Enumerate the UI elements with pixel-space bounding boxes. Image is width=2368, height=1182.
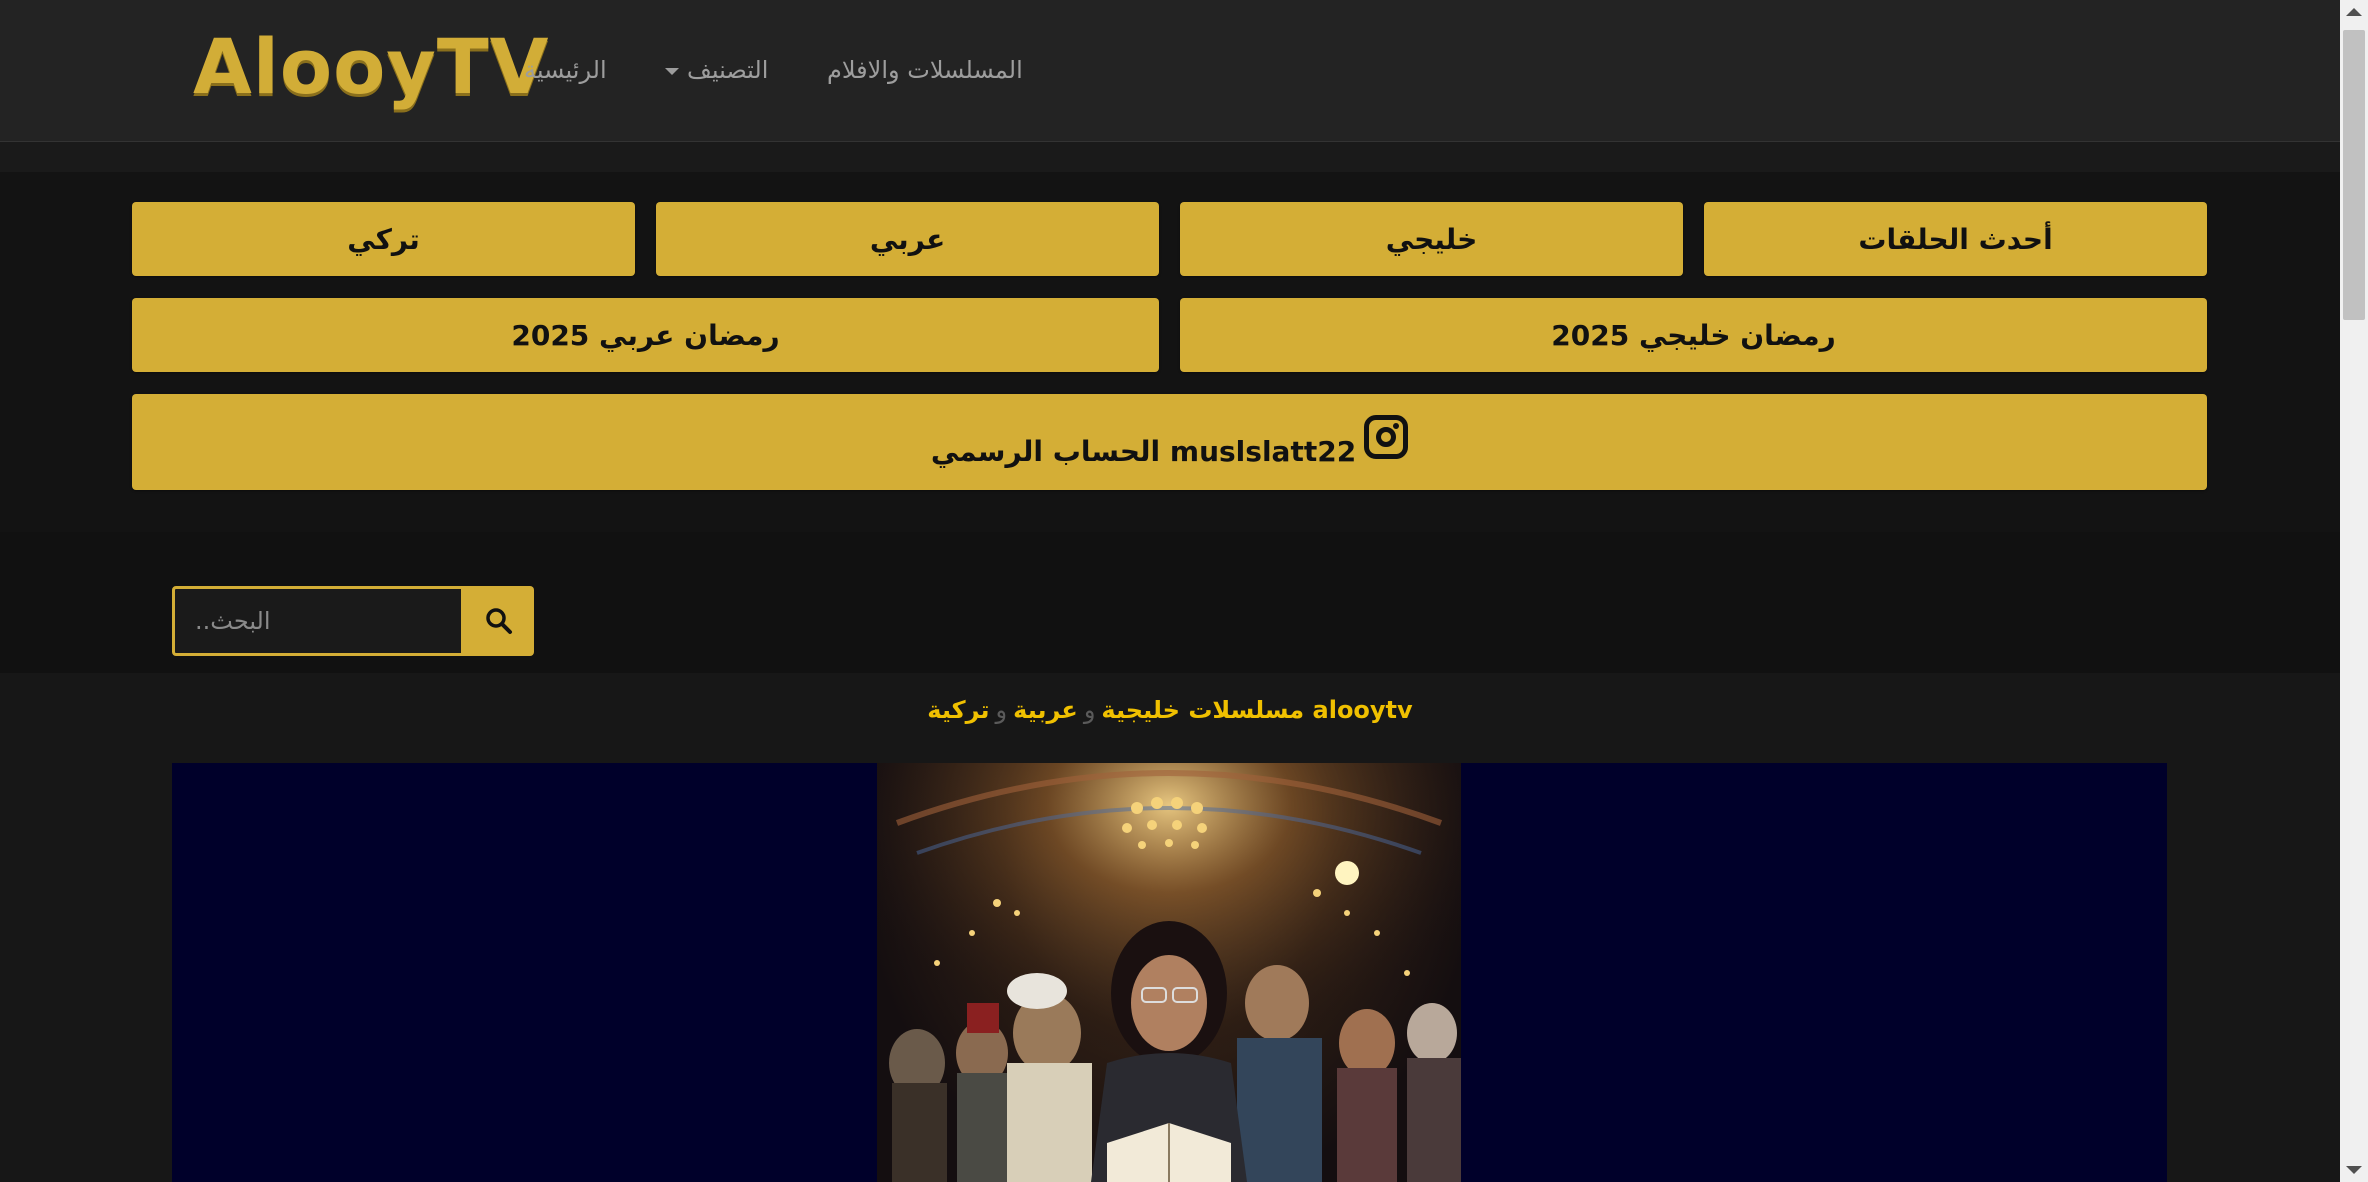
nav-category-dropdown[interactable]: التصنيف: [665, 52, 768, 88]
poster-illustration: [877, 763, 1461, 1182]
site-tagline: alooytv مسلسلات خليجيةوعربيةوتركية: [0, 692, 2340, 728]
latest-episodes-label: أحدث الحلقات: [1858, 222, 2053, 256]
instagram-account-label: muslslatt22 الحساب الرسمي: [930, 434, 1357, 468]
tagline-separator: و: [995, 696, 1008, 724]
nav-category-label: التصنيف: [687, 56, 769, 84]
arabic-label: عربي: [869, 222, 946, 256]
latest-episodes-button[interactable]: أحدث الحلقات: [1704, 202, 2207, 276]
featured-poster-image[interactable]: [877, 763, 1461, 1182]
tagline-separator: و: [1083, 696, 1096, 724]
nav-series-movies-link[interactable]: المسلسلات والافلام: [827, 52, 1023, 88]
turkish-button[interactable]: تركي: [132, 202, 635, 276]
instagram-account-button[interactable]: muslslatt22 الحساب الرسمي: [132, 394, 2207, 490]
arabic-button[interactable]: عربي: [656, 202, 1159, 276]
gulf-button[interactable]: خليجي: [1180, 202, 1683, 276]
tagline-part-gulf[interactable]: alooytv مسلسلات خليجية: [1101, 696, 1412, 724]
scrollbar-thumb[interactable]: [2343, 30, 2365, 320]
scroll-up-arrow-icon[interactable]: [2346, 8, 2362, 16]
ramadan-arabic-button[interactable]: رمضان عربي 2025: [132, 298, 1159, 372]
nav-home-link[interactable]: الرئيسية: [524, 52, 607, 88]
ramadan-gulf-button[interactable]: رمضان خليجي 2025: [1180, 298, 2207, 372]
instagram-icon: [1364, 415, 1409, 459]
ramadan-gulf-label: رمضان خليجي 2025: [1551, 318, 1836, 352]
ramadan-arabic-label: رمضان عربي 2025: [511, 318, 780, 352]
caret-down-icon: [665, 67, 679, 75]
search-button[interactable]: [464, 586, 534, 656]
site-logo[interactable]: AlooyTV: [193, 22, 550, 112]
turkish-label: تركي: [347, 222, 420, 256]
tagline-part-turkish[interactable]: تركية: [927, 696, 989, 724]
scroll-down-arrow-icon[interactable]: [2346, 1166, 2362, 1174]
gulf-label: خليجي: [1385, 222, 1478, 256]
search-input[interactable]: [172, 586, 464, 656]
tagline-part-arabic[interactable]: عربية: [1013, 696, 1078, 724]
featured-banner[interactable]: [172, 763, 2167, 1182]
search-icon: [486, 608, 512, 634]
top-navbar: AlooyTV الرئيسية التصنيف المسلسلات والاف…: [0, 0, 2340, 142]
nav-divider-band: [0, 142, 2340, 172]
